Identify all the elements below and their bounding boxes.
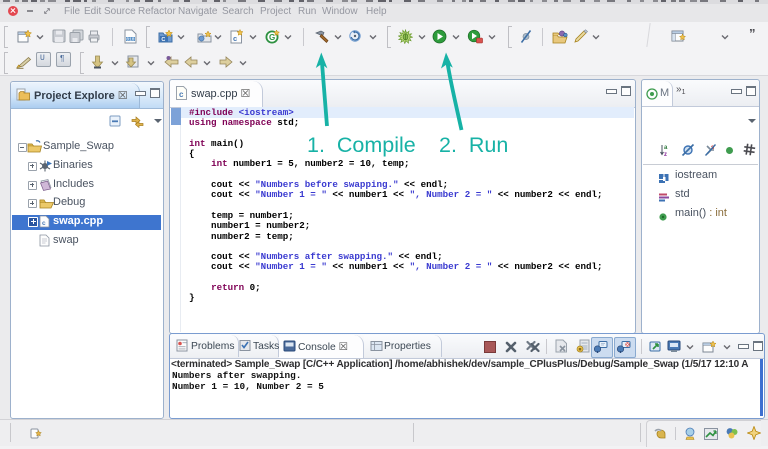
svg-text:C: C [161, 37, 165, 43]
svg-text:z: z [664, 152, 667, 157]
svg-text:G: G [269, 33, 275, 42]
svg-text:010: 010 [126, 37, 134, 43]
svg-text:a: a [664, 145, 668, 151]
svg-text:c: c [233, 34, 237, 43]
svg-text:c: c [179, 90, 184, 99]
svg-text:c: c [42, 220, 46, 227]
